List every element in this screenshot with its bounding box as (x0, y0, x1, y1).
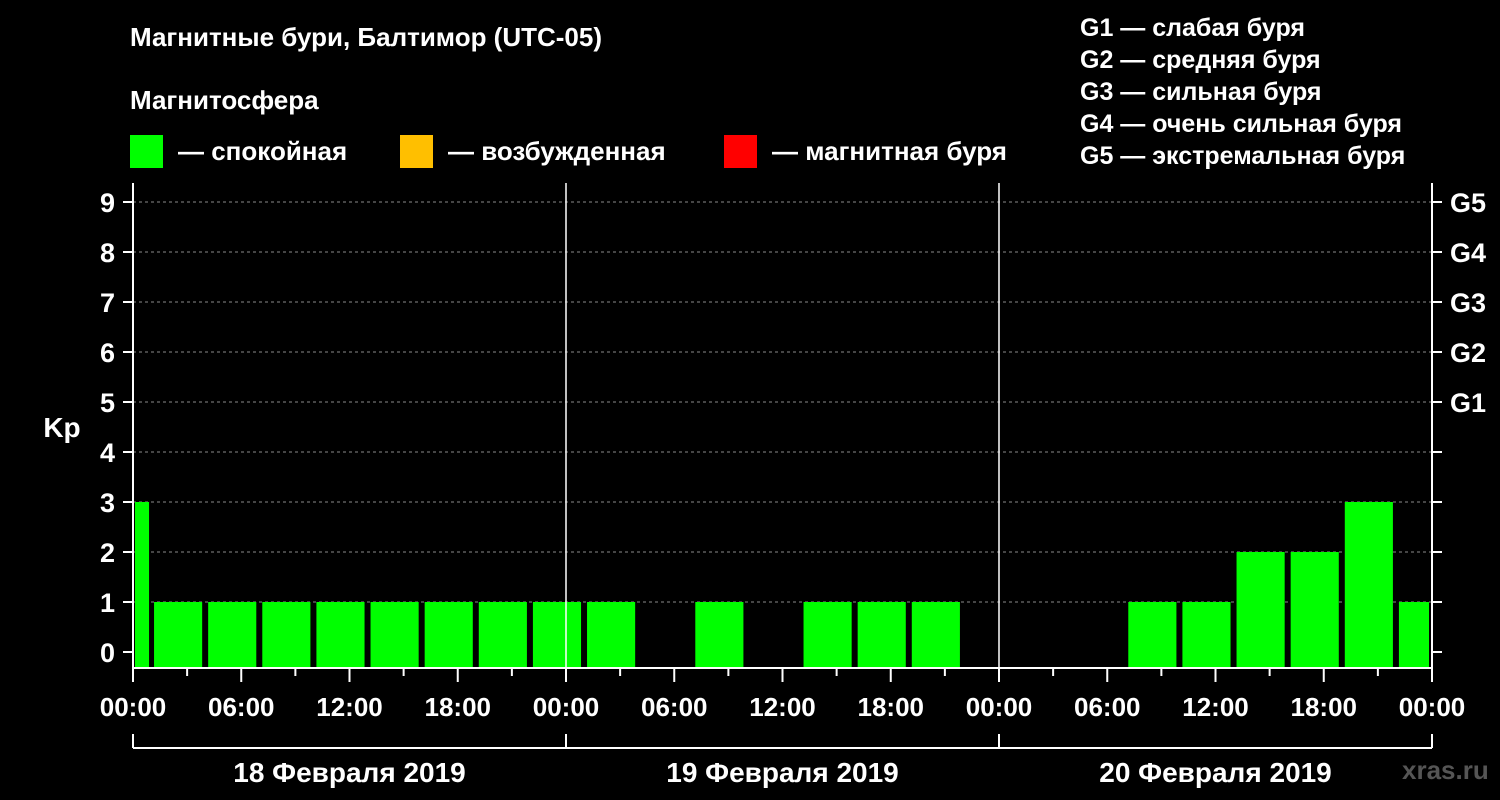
y-tick-label-7: 7 (100, 288, 115, 318)
day-label-1: 19 Февраля 2019 (666, 757, 898, 788)
x-tick-label-8: 00:00 (966, 692, 1033, 722)
g-tick-label-5: G5 (1450, 188, 1486, 218)
y-tick-label-1: 1 (100, 588, 115, 618)
watermark: xras.ru (1402, 755, 1489, 785)
bar-3 (262, 602, 311, 668)
x-tick-label-3: 18:00 (425, 692, 492, 722)
bar-1 (154, 602, 203, 668)
y-tick-label-2: 2 (100, 538, 115, 568)
y-axis-label: Kp (43, 412, 80, 443)
bar-11 (695, 602, 744, 668)
y-tick-label-8: 8 (100, 238, 115, 268)
bar-24 (1398, 602, 1429, 668)
g-tick-label-3: G3 (1450, 288, 1486, 318)
x-tick-label-2: 12:00 (316, 692, 383, 722)
y-tick-label-9: 9 (100, 188, 115, 218)
bar-2 (208, 602, 257, 668)
bar-20 (1182, 602, 1231, 668)
bar-19 (1128, 602, 1177, 668)
g-tick-label-2: G2 (1450, 338, 1486, 368)
bar-14 (857, 602, 906, 668)
g-tick-label-4: G4 (1450, 238, 1486, 268)
y-tick-label-5: 5 (100, 388, 115, 418)
bar-22 (1290, 552, 1339, 668)
bar-15 (911, 602, 960, 668)
day-label-0: 18 Февраля 2019 (233, 757, 465, 788)
bar-4 (316, 602, 365, 668)
bar-21 (1236, 552, 1285, 668)
day-label-2: 20 Февраля 2019 (1099, 757, 1331, 788)
y-tick-label-4: 4 (100, 438, 115, 468)
x-tick-label-12: 00:00 (1399, 692, 1466, 722)
kp-chart: 0 1 2 3 4 5 6 7 8 9 G1 G2 G3 G4 G5 00:00 06:00 12:00 18:00… (43, 183, 1486, 788)
bar-5 (370, 602, 419, 668)
bar-13 (803, 602, 852, 668)
g-tick-label-1: G1 (1450, 388, 1486, 418)
x-tick-label-7: 18:00 (858, 692, 925, 722)
x-tick-label-10: 12:00 (1182, 692, 1249, 722)
x-tick-label-1: 06:00 (208, 692, 275, 722)
x-tick-label-11: 18:00 (1291, 692, 1358, 722)
x-tick-label-5: 06:00 (641, 692, 708, 722)
bar-23 (1344, 502, 1393, 668)
bar-8 (532, 602, 582, 668)
bar-7 (478, 602, 527, 668)
x-tick-label-9: 06:00 (1074, 692, 1141, 722)
x-tick-label-6: 12:00 (749, 692, 816, 722)
bar-0 (135, 502, 150, 668)
x-tick-label-4: 00:00 (533, 692, 600, 722)
y-tick-label-0: 0 (100, 638, 115, 668)
y-tick-label-6: 6 (100, 338, 115, 368)
bar-9 (587, 602, 636, 668)
bar-6 (424, 602, 473, 668)
x-tick-label-0: 00:00 (100, 692, 167, 722)
y-tick-label-3: 3 (100, 488, 115, 518)
